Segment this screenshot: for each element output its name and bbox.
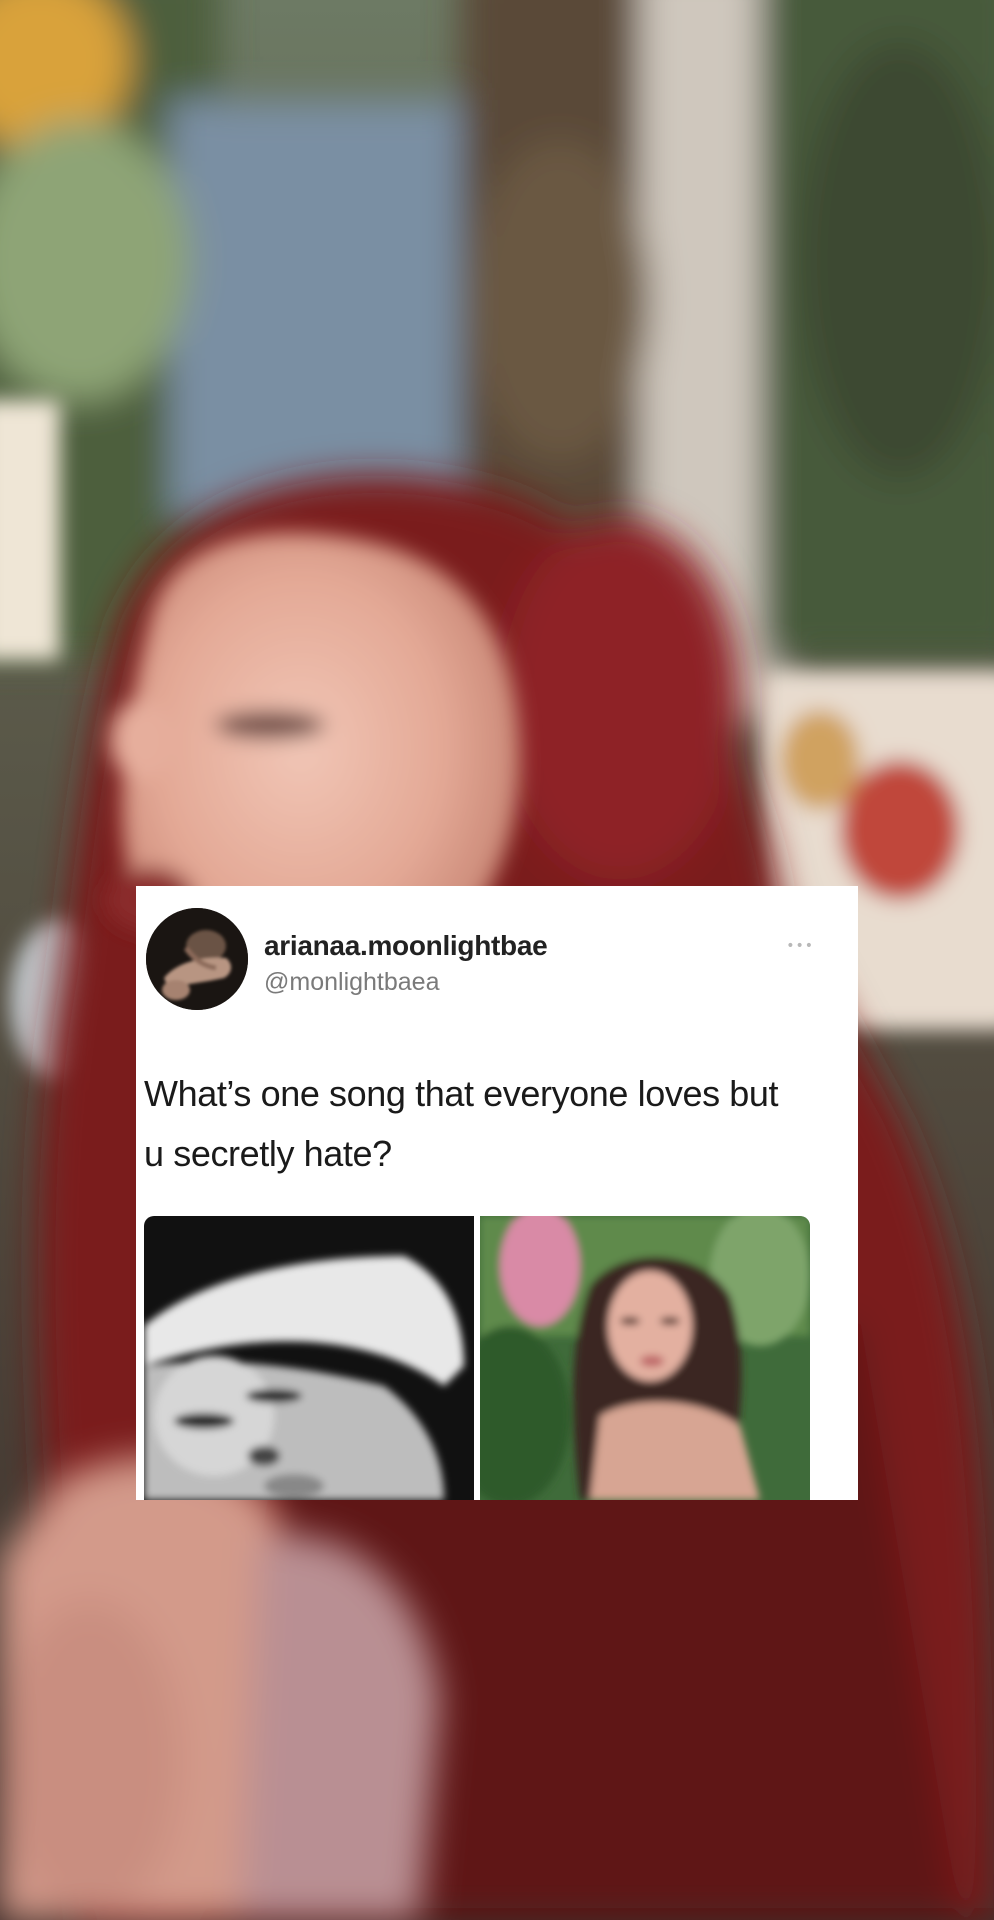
avatar-image (146, 908, 248, 1010)
more-dots-icon[interactable]: ••• (786, 938, 814, 954)
tweet-header: arianaa.moonlightbae @monlightbaea ••• (146, 908, 848, 1018)
photo-garden-illustration (480, 1216, 810, 1500)
tweet-card: arianaa.moonlightbae @monlightbaea ••• W… (136, 886, 858, 1500)
tweet-photo-black-and-white[interactable] (144, 1216, 474, 1500)
tweet-media-grid (144, 1216, 810, 1500)
video-frame: arianaa.moonlightbae @monlightbaea ••• W… (0, 0, 994, 1920)
avatar (146, 908, 248, 1010)
photo-bw-illustration (144, 1216, 474, 1500)
tweet-text: What’s one song that everyone loves but … (144, 1073, 779, 1174)
display-name[interactable]: arianaa.moonlightbae (264, 930, 548, 962)
tweet-photo-garden-portrait[interactable] (480, 1216, 810, 1500)
user-handle[interactable]: @monlightbaea (264, 968, 440, 997)
